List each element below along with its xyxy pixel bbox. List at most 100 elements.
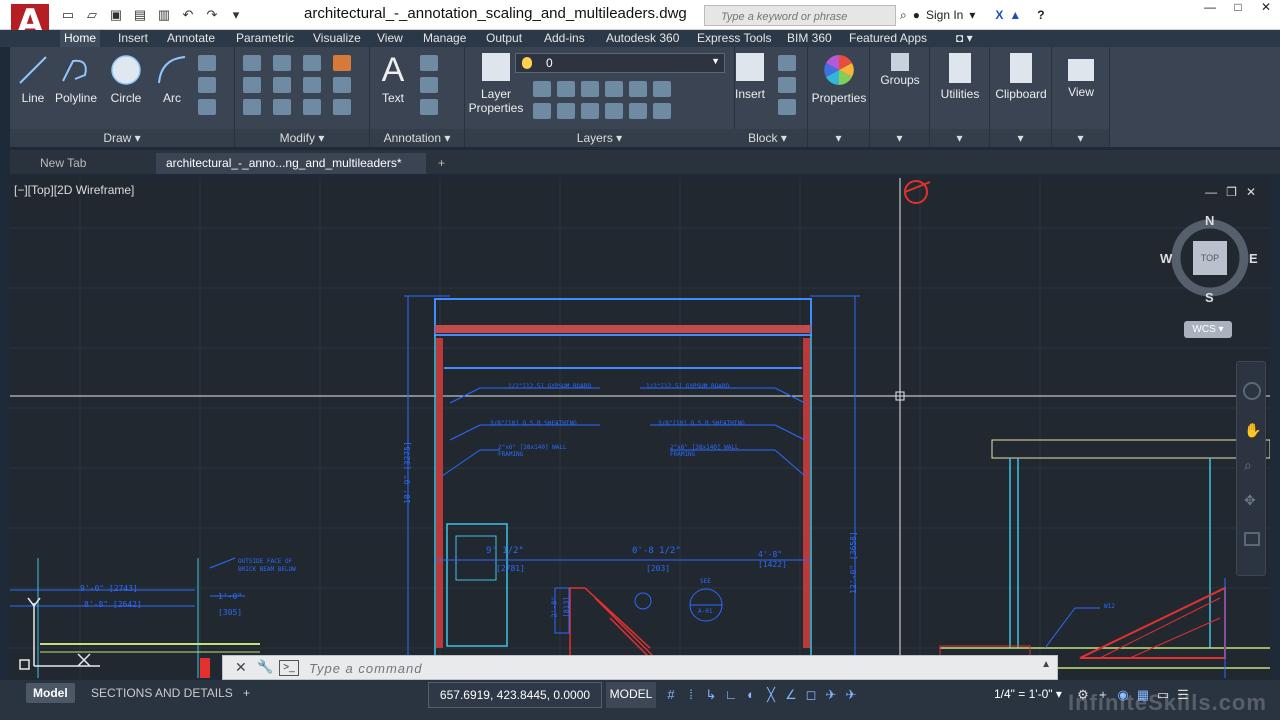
properties-tool[interactable]: Properties — [810, 53, 868, 105]
osnap-tracking-icon[interactable]: ∠ — [784, 688, 798, 702]
tab-insert[interactable]: Insert — [114, 30, 152, 47]
snap-icon[interactable]: ⁞ — [684, 688, 698, 702]
layers-panel-title[interactable]: Layers ▾ — [465, 129, 734, 147]
note-osb-right[interactable]: 3/8"[10] O.S.B SHEATHING — [658, 420, 745, 427]
exchange-icon[interactable]: X — [995, 8, 1003, 22]
compass-east[interactable]: E — [1249, 251, 1258, 266]
note-gypsum-right[interactable]: 1/2"[12.5] GYPSUM BOARD — [646, 383, 729, 390]
polar-icon[interactable]: ◐ — [744, 688, 758, 702]
plot-icon[interactable]: ▥ — [154, 6, 174, 24]
grid-icon[interactable]: # — [664, 688, 678, 702]
layer-tool-9-icon[interactable] — [581, 103, 599, 119]
redo-icon[interactable]: ↷ — [202, 6, 222, 24]
utilities-tool[interactable]: Utilities — [934, 53, 986, 101]
layer-tool-12-icon[interactable] — [653, 103, 671, 119]
model-layout-tab[interactable]: Model — [26, 683, 75, 703]
steering-wheel-icon[interactable] — [1243, 382, 1261, 400]
dim-a[interactable]: 9' 1/2" — [486, 546, 524, 556]
array-icon[interactable] — [303, 99, 321, 115]
maximize-icon[interactable]: □ — [1224, 0, 1252, 16]
showmotion-icon[interactable] — [1244, 532, 1260, 546]
view-expand[interactable]: ▾ — [1052, 129, 1109, 147]
layer-tool-11-icon[interactable] — [629, 103, 647, 119]
auto-scale-icon[interactable]: ✈ — [844, 688, 858, 702]
dim-a-mm[interactable]: [2781] — [496, 564, 525, 573]
tab-view[interactable]: View — [373, 30, 407, 47]
view-tool[interactable]: View — [1056, 53, 1106, 99]
undo-icon[interactable]: ↶ — [178, 6, 198, 24]
circle-tool[interactable]: Circle — [108, 53, 144, 105]
note-stud-left-1[interactable]: 2"x6" [38x140] WALL — [498, 444, 567, 451]
groups-tool[interactable]: Groups — [874, 53, 926, 87]
polyline-tool[interactable]: Polyline — [54, 53, 98, 105]
note-beam-1[interactable]: OUTSIDE FACE OF — [238, 558, 292, 565]
compass-west[interactable]: W — [1160, 251, 1172, 266]
copy-icon[interactable] — [243, 77, 261, 93]
stretch-icon[interactable] — [243, 99, 261, 115]
tab-output[interactable]: Output — [482, 30, 526, 47]
layer-tool-1-icon[interactable] — [533, 81, 551, 97]
dropdown-icon[interactable]: ▾ — [969, 8, 975, 22]
tab-parametric[interactable]: Parametric — [232, 30, 298, 47]
table-icon[interactable] — [420, 99, 438, 115]
note-stud-right-2[interactable]: FRAMING — [670, 451, 695, 458]
save-as-icon[interactable]: ▤ — [130, 6, 150, 24]
viewcube[interactable]: TOP N S E W — [1160, 213, 1258, 305]
dim-d[interactable]: 9'-0" [2743] — [80, 584, 138, 593]
layer-tool-4-icon[interactable] — [605, 81, 623, 97]
ribbon-options-icon[interactable]: ◘ ▾ — [952, 30, 977, 47]
line-tool[interactable]: Line — [16, 53, 50, 105]
layer-tool-3-icon[interactable] — [581, 81, 599, 97]
rotate-icon[interactable] — [273, 55, 291, 71]
zoom-icon[interactable]: ⌕ — [1244, 457, 1252, 474]
dim-b-mm[interactable]: [203] — [646, 564, 670, 573]
save-icon[interactable]: ▣ — [106, 6, 126, 24]
command-prompt-icon[interactable]: >_ — [279, 660, 299, 676]
viewport-controls-label[interactable]: [−][Top][2D Wireframe] — [14, 183, 134, 197]
note-beam-2[interactable]: BRICK BEAM BELOW — [238, 566, 296, 573]
viewport-close-icon[interactable]: ✕ — [1246, 185, 1256, 199]
tab-featured-apps[interactable]: Featured Apps — [845, 30, 931, 47]
osnap-icon[interactable]: ◻ — [804, 688, 818, 702]
gradient-icon[interactable] — [198, 99, 216, 115]
sign-in-link[interactable]: Sign In — [926, 8, 963, 22]
command-input[interactable] — [309, 659, 1009, 677]
ortho-icon[interactable]: ∟ — [724, 688, 738, 702]
pan-icon[interactable]: ✋ — [1244, 422, 1261, 439]
arc-tool[interactable]: Arc — [155, 53, 189, 105]
customize-dropdown-icon[interactable]: ▾ — [226, 6, 246, 24]
insert-tool[interactable]: Insert — [732, 53, 768, 101]
drawing-tab[interactable]: architectural_-_anno...ng_and_multileade… — [156, 153, 426, 190]
offset-icon[interactable] — [333, 99, 351, 115]
search-input[interactable] — [704, 5, 896, 26]
note-stud-right-1[interactable]: 2"x6" [38x140] WALL — [670, 444, 739, 451]
utilities-expand[interactable]: ▾ — [930, 129, 989, 147]
hatch-icon[interactable] — [198, 77, 216, 93]
note-gypsum-left[interactable]: 1/2"[12.5] GYPSUM BOARD — [508, 383, 591, 390]
leader-icon[interactable] — [420, 77, 438, 93]
detail-tag[interactable]: A-01 — [698, 608, 712, 615]
a360-icon[interactable]: ▲ — [1009, 8, 1021, 22]
tab-visualize[interactable]: Visualize — [309, 30, 365, 47]
tab-manage[interactable]: Manage — [419, 30, 470, 47]
tab-home[interactable]: Home — [60, 30, 101, 47]
dimension-icon[interactable] — [420, 55, 438, 71]
dim-c-mm[interactable]: [1422] — [758, 560, 787, 569]
dim-f[interactable]: 1'-0" — [218, 592, 242, 601]
model-space-button[interactable]: MODEL — [606, 682, 656, 708]
layer-dropdown[interactable]: 0 ▼ — [515, 53, 725, 73]
infer-constraints-icon[interactable]: ↳ — [704, 688, 718, 702]
block-panel-title[interactable]: Block ▾ — [728, 129, 807, 147]
minimize-icon[interactable]: — — [1196, 0, 1224, 16]
coordinates-display[interactable]: 657.6919, 423.8445, 0.0000 — [428, 682, 602, 708]
new-file-icon[interactable]: ▭ — [58, 6, 78, 24]
dim-g-mm[interactable]: [813] — [563, 596, 571, 617]
orbit-icon[interactable]: ✥ — [1244, 492, 1256, 509]
layer-tool-2-icon[interactable] — [557, 81, 575, 97]
note-stud-left-2[interactable]: FRAMING — [498, 451, 523, 458]
compass-north[interactable]: N — [1205, 213, 1214, 228]
viewport-minimize-icon[interactable]: — — [1205, 185, 1217, 199]
command-customize-icon[interactable]: 🔧 — [257, 659, 273, 675]
annotation-visibility-icon[interactable]: ✈ — [824, 688, 838, 702]
properties-expand[interactable]: ▾ — [808, 129, 869, 147]
